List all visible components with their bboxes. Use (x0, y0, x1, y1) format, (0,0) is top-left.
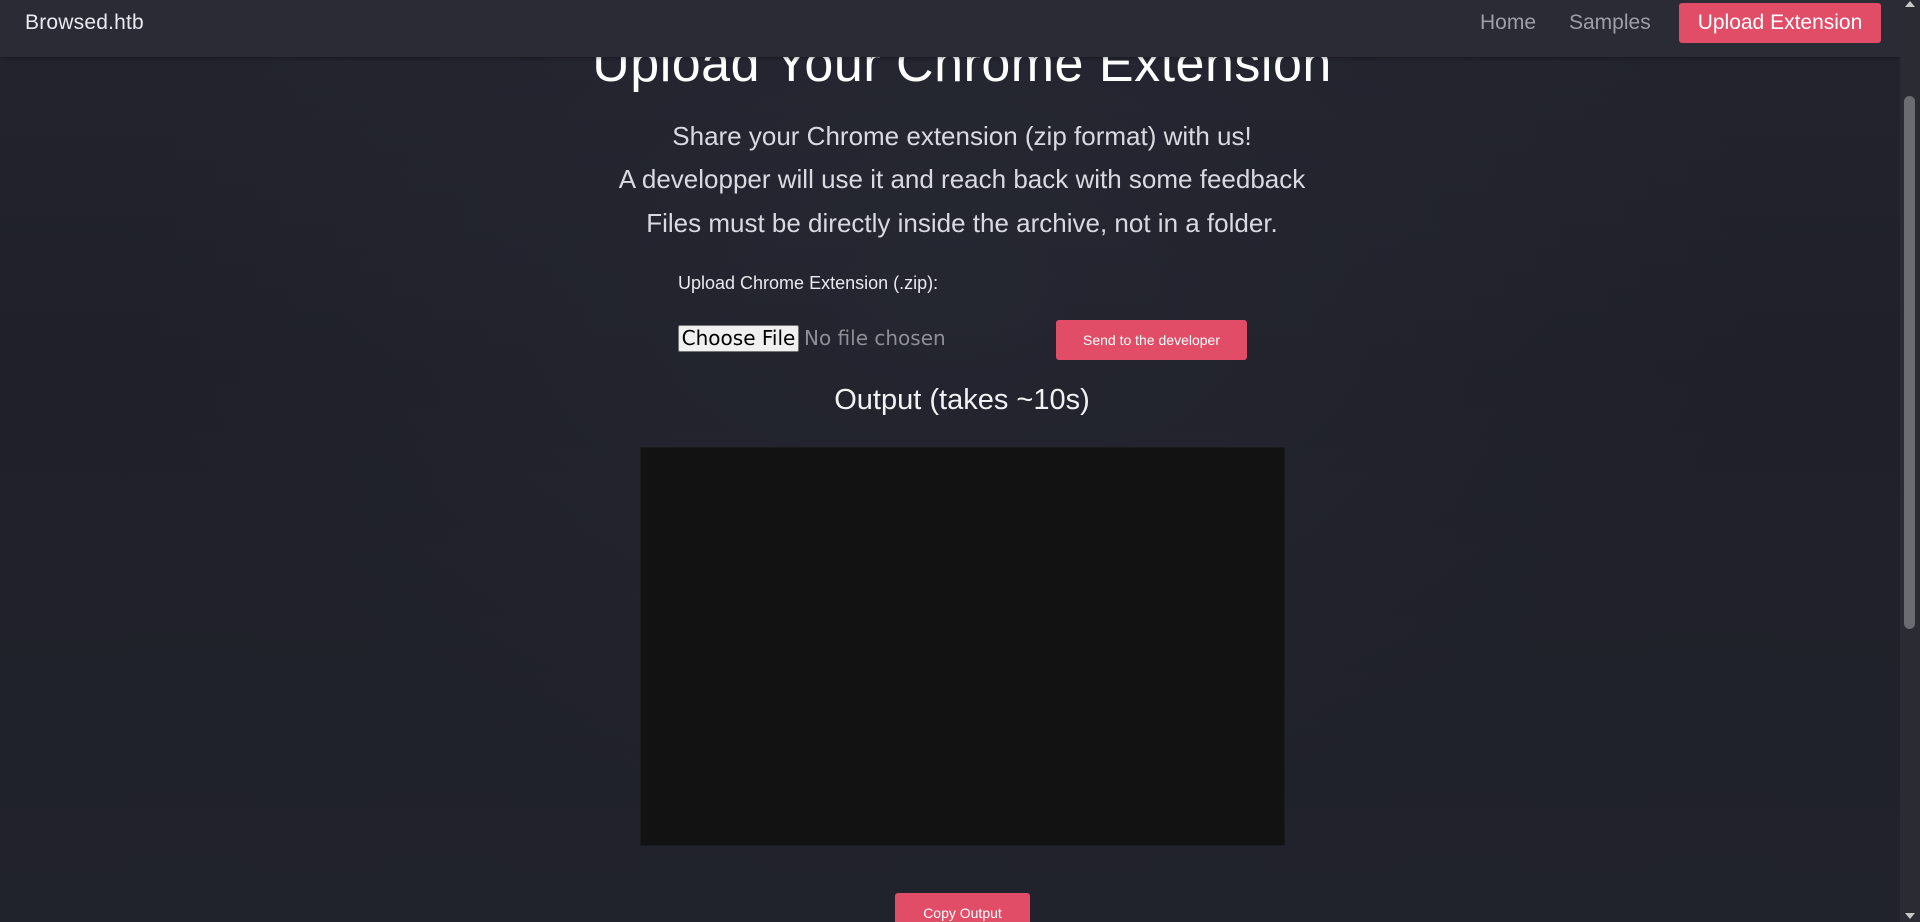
brand-link[interactable]: Browsed.htb (25, 11, 144, 35)
scrollbar[interactable] (1900, 0, 1920, 922)
upload-label: Upload Chrome Extension (.zip): (678, 273, 939, 293)
send-to-developer-button[interactable]: Send to the developer (1056, 320, 1247, 360)
output-title: Output (takes ~10s) (834, 384, 1090, 416)
scroll-up-arrow-icon[interactable] (1905, 1, 1915, 7)
nav-home-link[interactable]: Home (1480, 11, 1536, 35)
page: Browsed.htb Home Samples Upload Extensio… (0, 0, 1900, 922)
lead-text-archive: Files must be directly inside the archiv… (646, 208, 1278, 238)
file-input[interactable]: Choose File No file chosen (678, 323, 946, 353)
lead-text-share: Share your Chrome extension (zip format)… (672, 121, 1252, 151)
scroll-down-arrow-icon[interactable] (1905, 913, 1915, 919)
choose-file-button[interactable]: Choose File (678, 324, 799, 352)
scroll-thumb[interactable] (1904, 96, 1915, 629)
file-status: No file chosen (804, 326, 946, 350)
nav-upload-extension-button[interactable]: Upload Extension (1679, 3, 1881, 43)
lead-text-feedback: A developper will use it and reach back … (618, 164, 1306, 194)
output-box[interactable] (640, 447, 1285, 846)
navbar: Browsed.htb Home Samples Upload Extensio… (0, 0, 1900, 57)
copy-output-button[interactable]: Copy Output (895, 893, 1030, 922)
nav-samples-link[interactable]: Samples (1569, 11, 1651, 35)
